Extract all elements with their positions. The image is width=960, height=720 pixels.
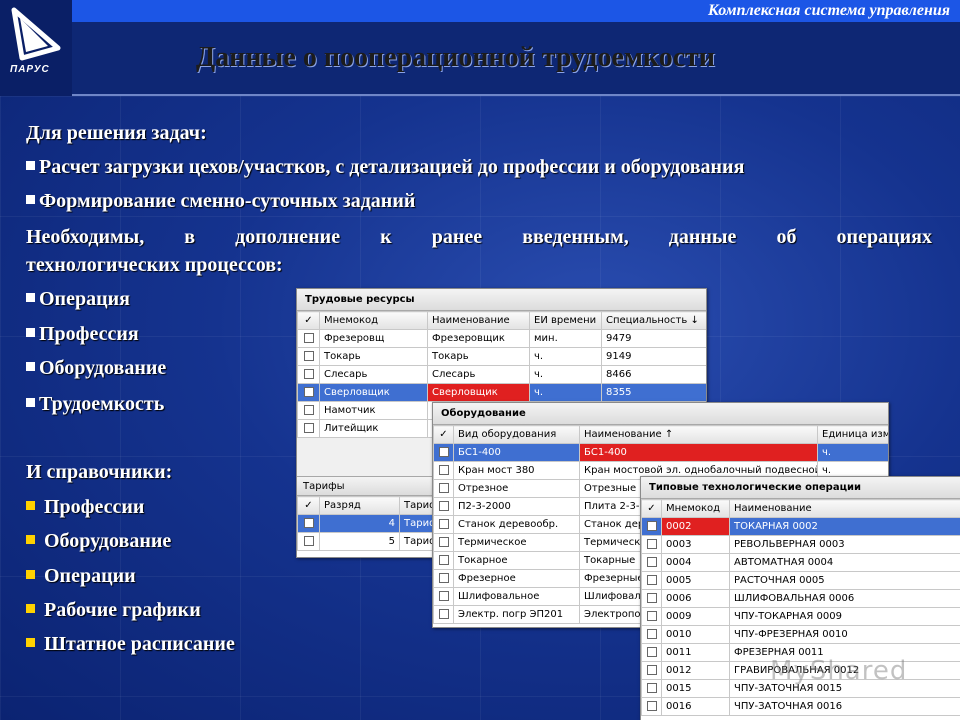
row-checkbox[interactable] [646,539,657,549]
square-bullet-icon [26,570,35,579]
row-checkbox[interactable] [438,555,449,565]
row-checkbox[interactable] [303,518,314,528]
references-heading: И справочники: [26,461,173,483]
table-row[interactable]: 0016 ЧПУ-ЗАТОЧНАЯ 0016 [641,697,960,716]
row-checkbox[interactable] [303,351,314,361]
table-row-selected[interactable]: Сверловщик Сверловщик ч. 8355 [297,383,706,402]
paragraph-line-2: технологических процессов: [26,254,283,276]
watermark: MyShared [770,656,908,686]
table-row[interactable]: 0003 РЕВОЛЬВЕРНАЯ 0003 [641,535,960,554]
column-header[interactable]: Наименование [427,311,530,330]
row-checkbox[interactable] [438,501,449,511]
table-row[interactable]: 0004 АВТОМАТНАЯ 0004 [641,553,960,572]
row-checkbox[interactable] [646,665,657,675]
square-bullet-icon [26,161,35,170]
column-header[interactable]: ЕИ времени [529,311,602,330]
page-title: Данные о пооперационной трудоемкости [196,42,716,73]
window-title: Трудовые ресурсы [297,289,706,311]
task-item: Формирование сменно-суточных заданий [26,190,415,213]
window-title: Типовые технологические операции [641,477,960,499]
table-row-selected[interactable]: БС1-400 БС1-400 ч. [433,443,888,462]
table-row[interactable]: 0005 РАСТОЧНАЯ 0005 [641,571,960,590]
window-title: Оборудование [433,403,888,425]
row-checkbox[interactable] [646,593,657,603]
column-header[interactable]: Мнемокод [319,311,428,330]
table-row[interactable]: 0006 ШЛИФОВАЛЬНАЯ 0006 [641,589,960,608]
row-checkbox[interactable] [646,701,657,711]
task-item: Расчет загрузки цехов/участков, с детали… [26,156,744,179]
reference-item: Оборудование [26,530,171,553]
check-column-header[interactable]: ✓ [297,311,320,330]
row-checkbox[interactable] [438,483,449,493]
row-checkbox[interactable] [646,557,657,567]
reference-item: Профессии [26,496,144,519]
sail-logo-icon [11,7,61,61]
data-item: Оборудование [26,357,166,380]
table-row[interactable]: 0010 ЧПУ-ФРЕЗЕРНАЯ 0010 [641,625,960,644]
row-checkbox[interactable] [438,609,449,619]
column-header[interactable]: Наименование ↑ [579,425,818,444]
table-header-row: ✓ Мнемокод Наименование [641,499,960,518]
row-checkbox[interactable] [438,465,449,475]
reference-item: Операции [26,565,136,588]
row-checkbox[interactable] [646,647,657,657]
top-strip: Комплексная система управления [72,0,960,22]
column-header[interactable]: Вид оборудования [453,425,580,444]
row-checkbox[interactable] [303,405,314,415]
column-header[interactable]: Наименование [729,499,960,518]
square-bullet-icon [26,398,35,407]
table-row[interactable]: Фрезеровщ Фрезеровщик мин. 9479 [297,329,706,348]
square-bullet-icon [26,535,35,544]
row-checkbox[interactable] [438,591,449,601]
row-checkbox[interactable] [303,423,314,433]
table-row[interactable]: Слесарь Слесарь ч. 8466 [297,365,706,384]
square-bullet-icon [26,328,35,337]
data-item: Трудоемкость [26,393,164,416]
row-checkbox[interactable] [303,536,314,546]
column-header[interactable]: Специальность ↓ [601,311,706,330]
table-row[interactable]: Токарь Токарь ч. 9149 [297,347,706,366]
tasks-heading: Для решения задач: [26,122,207,144]
square-bullet-icon [26,362,35,371]
column-header[interactable]: Разряд [319,496,400,515]
square-bullet-icon [26,501,35,510]
row-checkbox[interactable] [303,387,314,397]
row-checkbox[interactable] [303,333,314,343]
column-header[interactable]: Единица изм [817,425,888,444]
logo: ПАРУС [0,0,72,96]
row-checkbox[interactable] [438,519,449,529]
row-checkbox[interactable] [303,369,314,379]
square-bullet-icon [26,604,35,613]
data-item: Операция [26,288,130,311]
header-subtitle: Комплексная система управления [707,2,950,19]
row-checkbox[interactable] [438,537,449,547]
reference-item: Штатное расписание [26,633,235,656]
table-header-row: ✓ Мнемокод Наименование ЕИ времени Специ… [297,311,706,330]
row-checkbox[interactable] [646,521,657,531]
paragraph-line-1: Необходимы, в дополнение к ранее введенн… [26,226,932,248]
table-row[interactable]: 0009 ЧПУ-ТОКАРНАЯ 0009 [641,607,960,626]
square-bullet-icon [26,293,35,302]
row-checkbox[interactable] [438,573,449,583]
table-row-selected[interactable]: 0002 ТОКАРНАЯ 0002 [641,517,960,536]
column-header[interactable]: Мнемокод [661,499,730,518]
header-bar: ПАРУС Комплексная система управления Дан… [0,0,960,96]
table-header-row: ✓ Вид оборудования Наименование ↑ Единиц… [433,425,888,444]
row-checkbox[interactable] [646,575,657,585]
square-bullet-icon [26,195,35,204]
logo-text: ПАРУС [10,64,50,75]
data-item: Профессия [26,323,139,346]
square-bullet-icon [26,638,35,647]
row-checkbox[interactable] [646,683,657,693]
row-checkbox[interactable] [646,611,657,621]
row-checkbox[interactable] [646,629,657,639]
reference-item: Рабочие графики [26,599,201,622]
row-checkbox[interactable] [438,447,449,457]
